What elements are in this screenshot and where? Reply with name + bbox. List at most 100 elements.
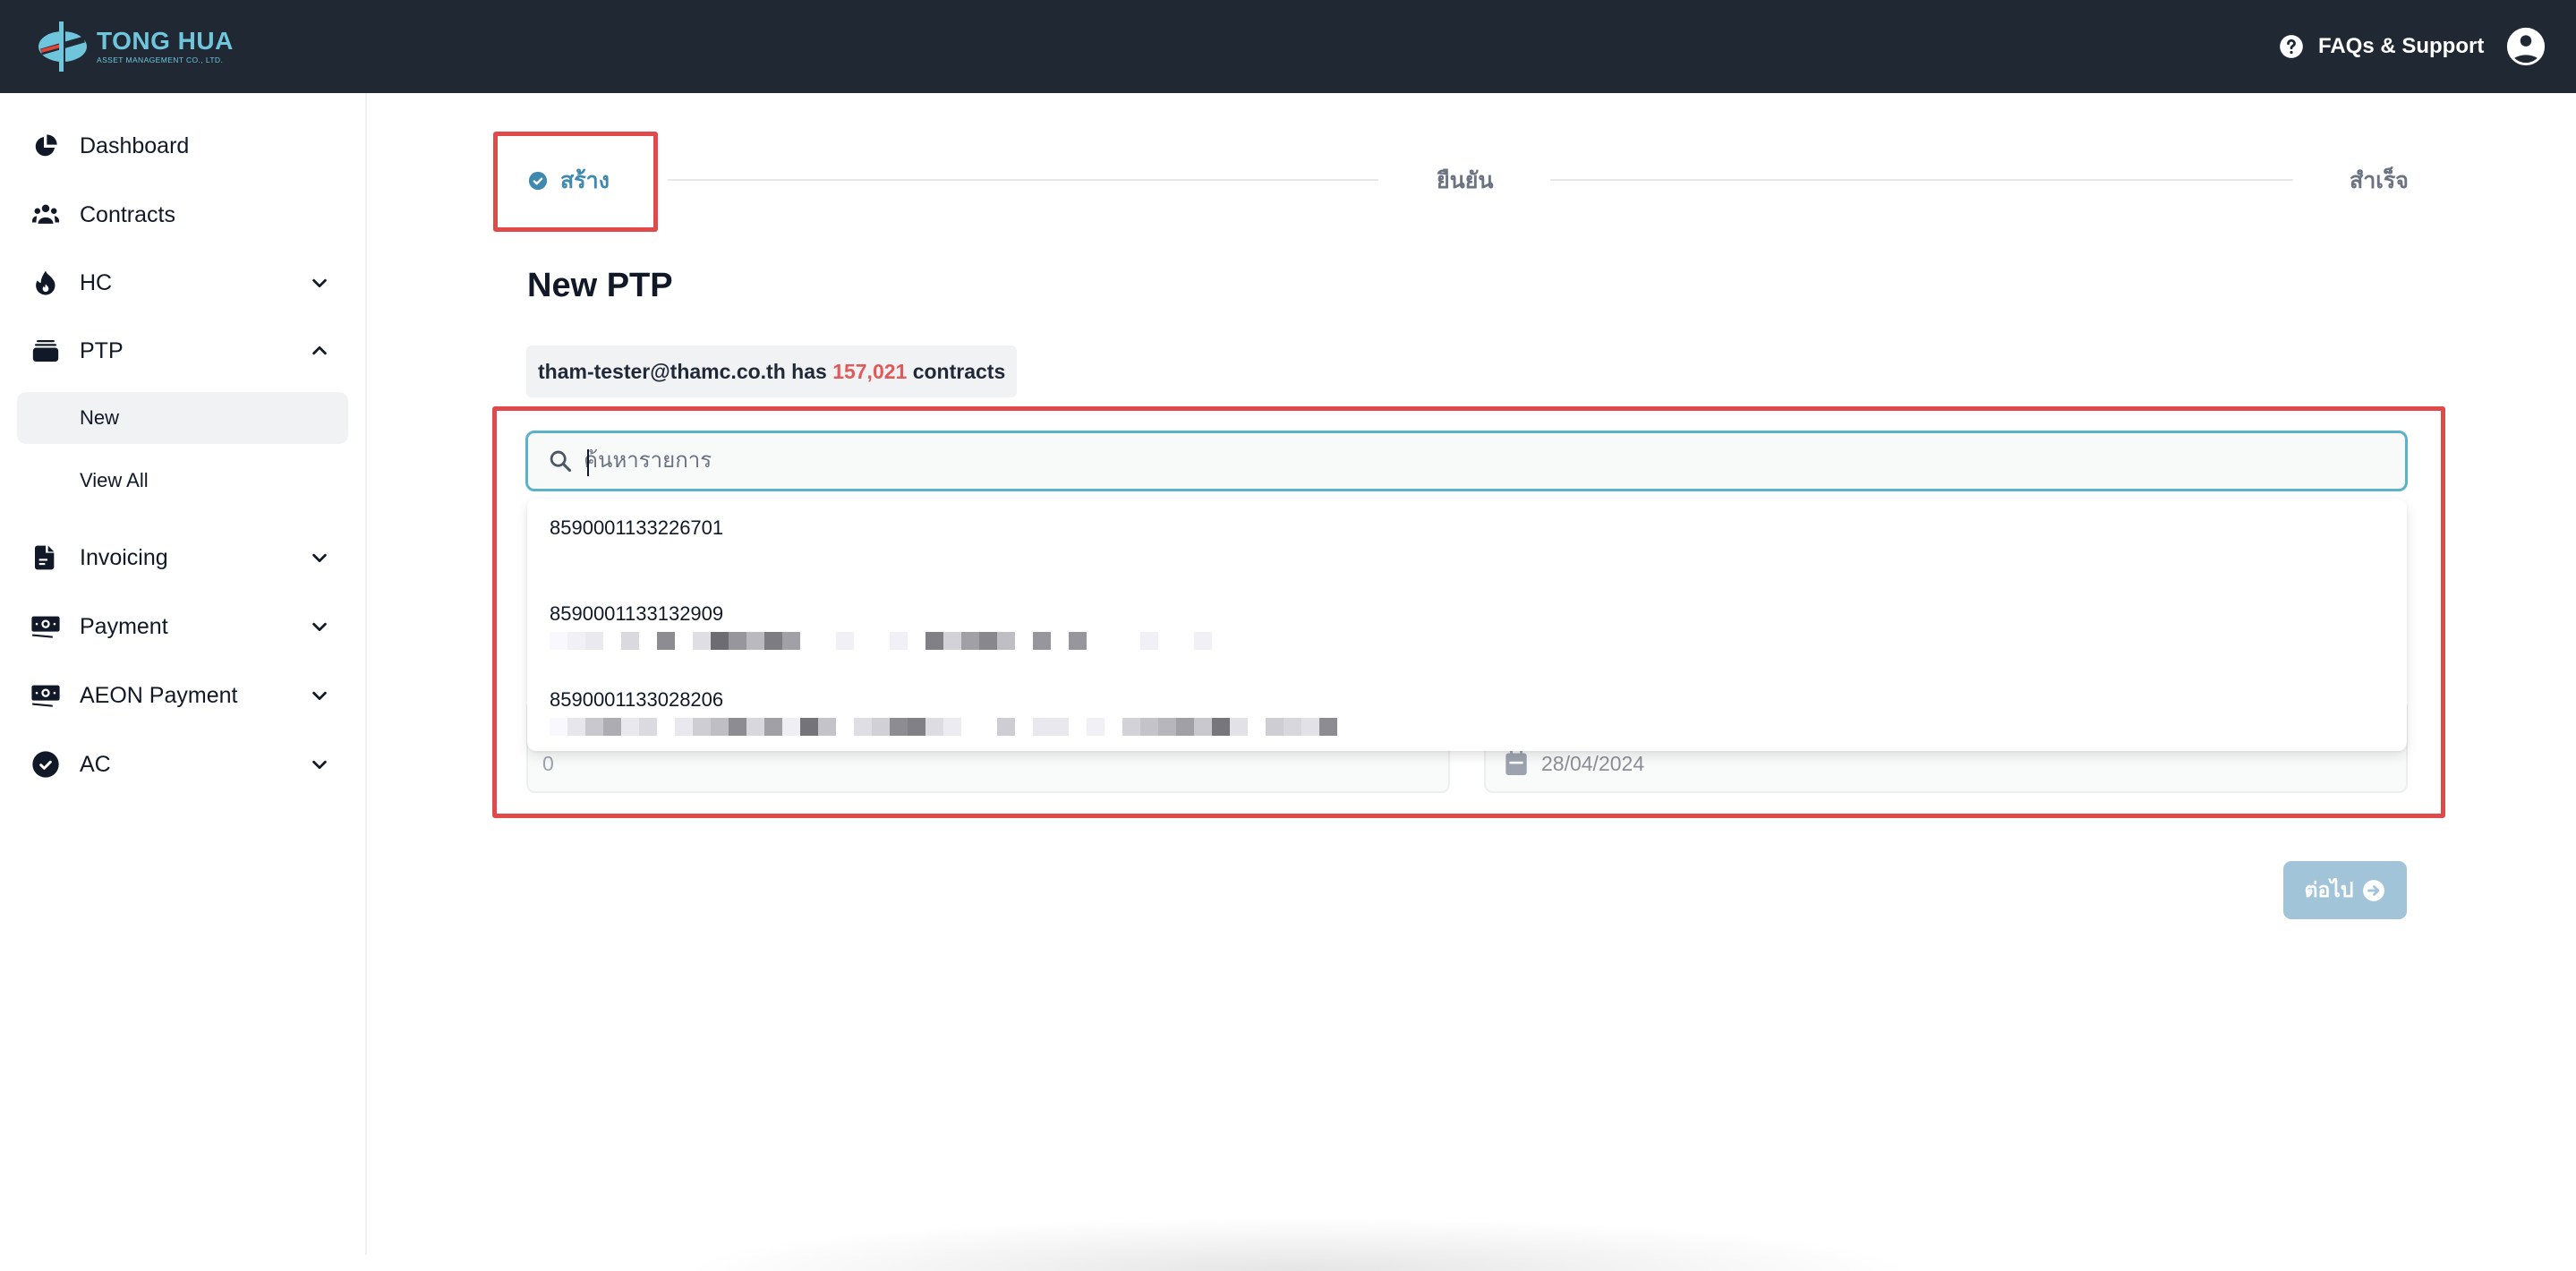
text-caret (587, 449, 589, 476)
redaction-pixel (800, 632, 818, 650)
next-label: ต่อไป (2304, 877, 2354, 901)
date-value: 28/04/2024 (1541, 752, 1645, 775)
logo-mark-icon (38, 21, 87, 72)
page-title: New PTP (527, 267, 673, 304)
pie-chart-icon (30, 131, 61, 161)
redaction-pixel (1194, 632, 1212, 650)
inbox-stack-icon (30, 336, 61, 366)
chevron-up-icon (312, 345, 327, 355)
check-circle-icon (30, 749, 61, 780)
redaction-pixel (639, 632, 657, 650)
dropdown-option[interactable]: 8590001133028206 (527, 670, 2407, 751)
redaction-pixel (1015, 632, 1033, 650)
redaction-pixel (1105, 632, 1122, 650)
contracts-count: 157,021 (832, 359, 908, 383)
redaction-pixel (943, 718, 961, 736)
dropdown-option[interactable]: 8590001133132909 (527, 584, 2407, 669)
redaction-pixel (764, 718, 782, 736)
sidebar-item-contracts[interactable]: Contracts (0, 188, 367, 242)
redaction-pixel (908, 718, 925, 736)
chevron-down-icon (312, 691, 327, 701)
logo-subtitle: ASSET MANAGEMENT CO., LTD. (97, 55, 224, 65)
redaction-pixel (639, 718, 657, 736)
chevron-down-icon (312, 278, 327, 288)
sidebar-item-aeon-payment[interactable]: AEON Payment (0, 669, 367, 722)
bottom-shadow (680, 1217, 1915, 1271)
search-results-dropdown: 8590001133226701 8590001133132909 859000… (527, 499, 2407, 751)
redaction-pixel (818, 718, 836, 736)
redaction-pixel (925, 632, 943, 650)
redacted-details (550, 718, 1337, 736)
redaction-pixel (1140, 632, 1158, 650)
redaction-pixel (657, 632, 675, 650)
redaction-pixel (1087, 632, 1105, 650)
redaction-pixel (550, 718, 567, 736)
redaction-pixel (711, 632, 729, 650)
dropdown-option[interactable]: 8590001133226701 (527, 499, 2407, 583)
search-input[interactable] (584, 433, 2387, 489)
sidebar-item-dashboard[interactable]: Dashboard (0, 119, 367, 173)
logo-title: TONG HUA (97, 27, 234, 55)
redaction-pixel (567, 632, 585, 650)
contract-number: 8590001133028206 (550, 688, 724, 711)
chevron-down-icon (312, 553, 327, 563)
redaction-pixel (621, 718, 639, 736)
sidebar-item-hc[interactable]: HC (0, 256, 367, 310)
step-connector (1550, 179, 2293, 181)
redaction-pixel (1248, 718, 1266, 736)
banknotes-icon (30, 680, 61, 711)
redaction-pixel (782, 632, 800, 650)
redaction-pixel (621, 632, 639, 650)
faq-label: FAQs & Support (2318, 34, 2485, 58)
redaction-pixel (997, 718, 1015, 736)
sidebar-subitem-view-all[interactable]: View All (17, 455, 348, 507)
redaction-pixel (836, 632, 854, 650)
redaction-pixel (1284, 718, 1301, 736)
redaction-pixel (1122, 632, 1140, 650)
fire-icon (30, 268, 61, 298)
company-logo[interactable]: TONG HUA ASSET MANAGEMENT CO., LTD. (34, 18, 234, 75)
redaction-pixel (675, 718, 693, 736)
user-avatar-icon[interactable] (2506, 27, 2546, 66)
redaction-pixel (1069, 718, 1087, 736)
redaction-pixel (1140, 718, 1158, 736)
next-button[interactable]: ต่อไป (2283, 861, 2407, 919)
contract-search-field[interactable] (525, 431, 2408, 491)
calendar-icon (1506, 750, 1527, 775)
redaction-pixel (1194, 718, 1212, 736)
redaction-pixel (872, 632, 890, 650)
redaction-pixel (1033, 632, 1051, 650)
faq-support-link[interactable]: FAQs & Support (2279, 32, 2484, 61)
redaction-pixel (854, 718, 872, 736)
question-circle-icon (2280, 35, 2303, 58)
redaction-pixel (997, 632, 1015, 650)
sidebar-item-ptp[interactable]: PTP (0, 324, 367, 378)
amount-value: 0 (542, 752, 554, 775)
redaction-pixel (1266, 718, 1284, 736)
sidebar-item-payment[interactable]: Payment (0, 600, 367, 653)
redaction-pixel (1122, 718, 1140, 736)
step-confirm: ยืนยัน (1437, 163, 1493, 199)
top-navbar: TONG HUA ASSET MANAGEMENT CO., LTD. FAQs… (0, 0, 2576, 93)
redaction-pixel (711, 718, 729, 736)
redaction-pixel (1176, 632, 1194, 650)
redaction-pixel (746, 718, 764, 736)
step-create[interactable]: สร้าง (528, 163, 610, 199)
redaction-pixel (961, 718, 979, 736)
redaction-pixel (1230, 718, 1248, 736)
redaction-pixel (1033, 718, 1051, 736)
search-icon (550, 450, 572, 473)
redaction-pixel (872, 718, 890, 736)
redaction-pixel (1105, 718, 1122, 736)
contract-number: 8590001133226701 (550, 516, 724, 539)
contract-number: 8590001133132909 (550, 602, 724, 625)
redaction-pixel (657, 718, 675, 736)
sidebar-item-invoicing[interactable]: Invoicing (0, 531, 367, 584)
redaction-pixel (675, 632, 693, 650)
step-confirm-label: ยืนยัน (1437, 168, 1494, 193)
step-connector (668, 179, 1378, 181)
sidebar-subitem-new[interactable]: New (17, 392, 348, 444)
sidebar-item-ac[interactable]: AC (0, 738, 367, 791)
redaction-pixel (961, 632, 979, 650)
redaction-pixel (890, 632, 908, 650)
